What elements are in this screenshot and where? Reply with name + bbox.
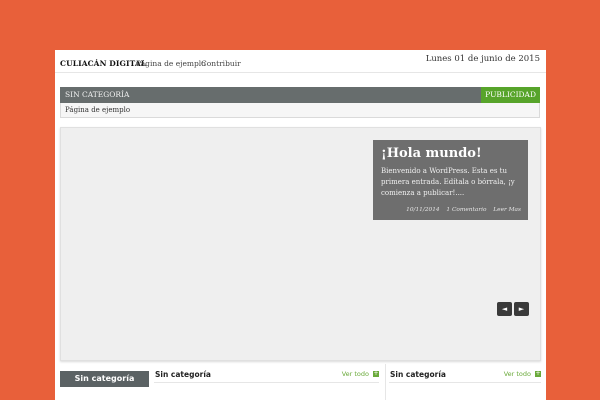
publicidad-button[interactable]: PUBLICIDAD: [481, 87, 540, 103]
slide-comments-link[interactable]: 1 Comentario: [446, 207, 486, 213]
slide-caption: ¡Hola mundo! Bienvenido a WordPress. Est…: [373, 140, 528, 220]
featured-slider: ¡Hola mundo! Bienvenido a WordPress. Est…: [60, 127, 541, 361]
column-title: Sin categoría: [155, 370, 211, 379]
slide-read-more-link[interactable]: Leer Mas: [493, 207, 521, 213]
arrow-left-icon: ◄: [501, 305, 508, 313]
nav-link-sample-page[interactable]: Página de ejemplo: [136, 59, 206, 68]
category-bar: SIN CATEGORÍA PUBLICIDAD: [60, 87, 540, 103]
column-divider: [385, 364, 386, 400]
slide-date: 10/11/2014: [406, 207, 440, 213]
top-navigation: CULIACÁN DIGITAL Página de ejemplo Contr…: [55, 50, 546, 73]
site-brand[interactable]: CULIACÁN DIGITAL: [60, 59, 146, 68]
nav-link-contribute[interactable]: Contribuir: [201, 59, 241, 68]
slide-excerpt: Bienvenido a WordPress. Esta es tu prime…: [381, 167, 515, 197]
category-tab[interactable]: Sin categoría: [60, 371, 149, 387]
arrow-right-icon: ►: [518, 305, 525, 313]
plus-icon: +: [535, 370, 541, 377]
sub-navigation: Página de ejemplo: [60, 103, 540, 118]
category-column-2: Sin categoría Ver todo +: [389, 368, 541, 383]
view-all-label: Ver todo: [341, 370, 369, 378]
slider-next-button[interactable]: ►: [514, 302, 529, 316]
category-column-1: Sin categoría Ver todo +: [154, 368, 379, 383]
slide-meta: 10/11/2014 1 Comentario Leer Mas: [401, 207, 521, 213]
plus-icon: +: [373, 370, 379, 377]
view-all-link[interactable]: Ver todo +: [342, 370, 379, 378]
view-all-link[interactable]: Ver todo +: [504, 370, 541, 378]
column-title: Sin categoría: [390, 370, 446, 379]
page-container: CULIACÁN DIGITAL Página de ejemplo Contr…: [55, 50, 546, 400]
sub-nav-link-sample-page[interactable]: Página de ejemplo: [65, 106, 130, 114]
slider-prev-button[interactable]: ◄: [497, 302, 512, 316]
current-date: Lunes 01 de junio de 2015: [425, 54, 540, 64]
view-all-label: Ver todo: [503, 370, 531, 378]
slide-title[interactable]: ¡Hola mundo!: [381, 146, 482, 161]
category-bar-label[interactable]: SIN CATEGORÍA: [65, 90, 129, 99]
